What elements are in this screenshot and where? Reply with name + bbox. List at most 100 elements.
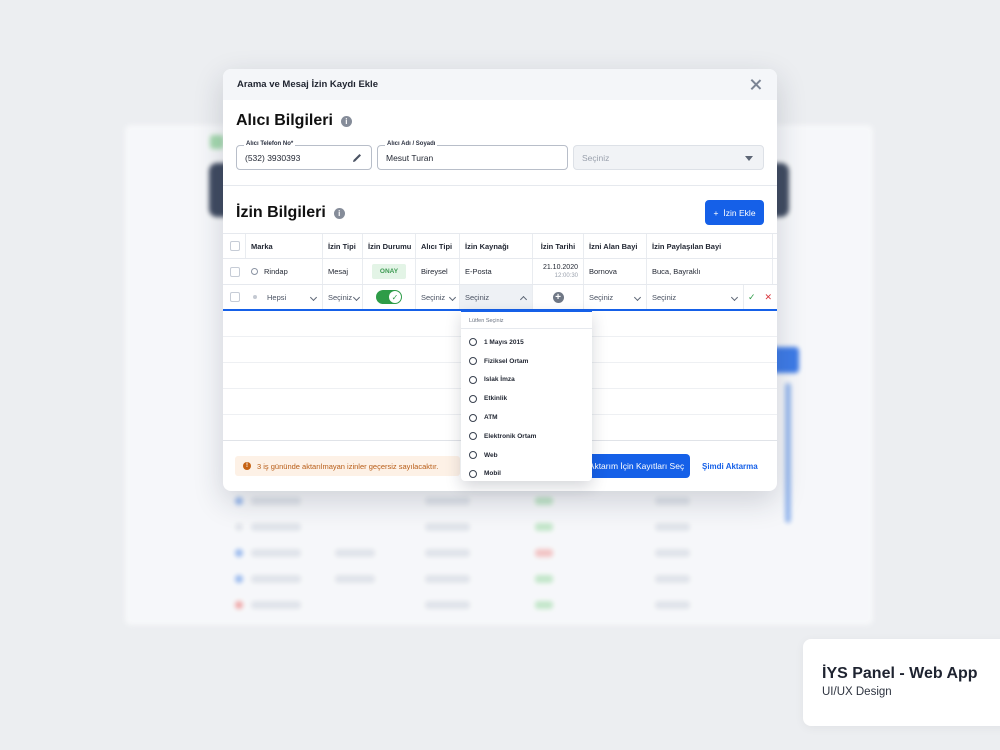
brand-select-value: Hepsi <box>267 292 287 302</box>
add-permission-button[interactable]: + İzin Ekle <box>705 200 764 225</box>
section-divider <box>223 185 777 186</box>
dropdown-option[interactable]: 1 Mayıs 2015 <box>461 333 592 352</box>
option-label: Mobil <box>484 470 501 478</box>
transfer-now-button[interactable]: Şimdi Aktarma <box>702 462 758 471</box>
col-header[interactable]: İzni Alan Bayi <box>584 234 647 258</box>
col-header[interactable]: İzin Durumu <box>363 234 416 258</box>
brand-value: Rindap <box>264 267 288 276</box>
col-header[interactable]: İzin Tipi <box>323 234 363 258</box>
option-label: Fiziksel Ortam <box>484 357 529 365</box>
check-icon: ✓ <box>389 291 401 303</box>
option-label: 1 Mayıs 2015 <box>484 338 524 346</box>
dropdown-option[interactable]: Web <box>461 446 592 465</box>
row-checkbox[interactable] <box>230 292 240 302</box>
edit-row: Hepsi Seçiniz ✓ Seçiniz Seçiniz + Seçini… <box>223 285 777 311</box>
receiving-dealer-select-value: Seçiniz <box>589 292 614 302</box>
dropdown-option[interactable]: ATM <box>461 408 592 427</box>
background-row <box>235 575 755 583</box>
shared-dealer-cell: Buca, Bayraklı <box>647 259 773 284</box>
date-picker-cell: + <box>533 285 584 309</box>
col-header[interactable]: İzin Tarihi <box>533 234 584 258</box>
radio-icon <box>469 413 477 422</box>
chevron-down-icon <box>352 293 361 302</box>
table-row[interactable]: Rindap Mesaj ONAY Bireysel E-Posta 21.10… <box>223 259 777 285</box>
receiving-dealer-select[interactable]: Seçiniz <box>584 285 647 309</box>
info-icon[interactable]: i <box>333 207 345 219</box>
type-select[interactable]: Seçiniz <box>323 285 363 309</box>
radio-icon <box>469 375 477 384</box>
recipient-type-select[interactable]: Seçiniz <box>416 285 460 309</box>
background-scrollbar <box>785 383 791 523</box>
source-dropdown: Lütfen Seçiniz 1 Mayıs 2015 Fiziksel Ort… <box>461 310 592 481</box>
chevron-down-icon <box>730 293 739 302</box>
recipient-select[interactable]: Seçiniz <box>573 145 764 170</box>
warning-text: 3 iş gününde aktarılmayan izinler geçers… <box>257 461 439 471</box>
caption-card: İYS Panel - Web App UI/UX Design <box>803 639 1000 726</box>
radio-icon <box>469 451 477 460</box>
recipient-section-label: Alıcı Bilgileri <box>236 112 333 129</box>
background-row <box>235 497 755 505</box>
select-all-checkbox[interactable] <box>230 241 240 251</box>
dropdown-option[interactable]: Etkinlik <box>461 389 592 408</box>
receiving-dealer-cell: Bornova <box>584 259 647 284</box>
row-actions: ✓ ✕ <box>744 285 777 309</box>
chevron-down-icon <box>448 293 457 302</box>
col-header[interactable]: Alıcı Tipi <box>416 234 460 258</box>
status-cell: ONAY <box>363 259 416 284</box>
name-field[interactable]: Alıcı Adı / Soyadı Mesut Turan <box>377 141 568 170</box>
permission-section-label: İzin Bilgileri <box>236 204 326 221</box>
status-badge: ONAY <box>371 264 407 279</box>
chevron-up-icon <box>519 295 528 304</box>
col-header[interactable]: İzin Paylaşılan Bayi <box>647 234 773 258</box>
dropdown-option[interactable]: Islak İmza <box>461 371 592 390</box>
recipient-select-placeholder: Seçiniz <box>582 153 610 163</box>
plus-icon: + <box>713 207 719 218</box>
date-cell: 21.10.2020 12:00:30 <box>533 259 584 284</box>
select-for-transfer-button[interactable]: Aktarım İçin Kayıtları Seç <box>583 454 690 478</box>
name-label: Alıcı Adı / Soyadı <box>385 141 438 147</box>
brand-select[interactable]: Hepsi <box>246 285 323 309</box>
col-header[interactable]: Marka <box>246 234 323 258</box>
type-cell: Mesaj <box>323 259 363 284</box>
background-badge <box>210 135 224 149</box>
cancel-icon[interactable]: ✕ <box>765 292 773 303</box>
plus-circle-icon[interactable]: + <box>552 291 564 303</box>
recipient-type-cell: Bireysel <box>416 259 460 284</box>
background-row <box>235 523 755 531</box>
info-icon[interactable]: i <box>340 115 352 127</box>
add-permission-label: İzin Ekle <box>723 207 756 218</box>
confirm-icon[interactable]: ✓ <box>748 292 756 303</box>
source-select[interactable]: Seçiniz <box>460 285 533 309</box>
phone-label: Alıcı Telefon No* <box>244 141 296 147</box>
dropdown-option[interactable]: Elektronik Ortam <box>461 427 592 446</box>
row-checkbox[interactable] <box>230 266 240 277</box>
caption-subtitle: UI/UX Design <box>822 686 892 698</box>
shared-dealer-select[interactable]: Seçiniz <box>647 285 744 309</box>
chevron-down-icon <box>633 293 642 302</box>
dropdown-option[interactable]: Fiziksel Ortam <box>461 352 592 371</box>
select-all-cell <box>223 234 246 258</box>
radio-icon <box>469 432 477 441</box>
option-label: Islak İmza <box>484 376 515 384</box>
type-select-value: Seçiniz <box>328 292 353 302</box>
radio-icon <box>469 394 477 403</box>
source-select-value: Seçiniz <box>465 292 490 302</box>
radio-icon <box>469 338 477 347</box>
radio-icon <box>251 268 258 275</box>
close-icon[interactable] <box>749 78 763 92</box>
permission-section-title: İzin Bilgileri i <box>236 204 345 222</box>
background-row <box>235 549 755 557</box>
warning-banner: ! 3 iş gününde aktarılmayan izinler geçe… <box>235 456 460 476</box>
phone-field[interactable]: Alıcı Telefon No* (532) 3930393 <box>236 141 372 170</box>
status-toggle[interactable]: ✓ <box>376 290 402 304</box>
phone-value: (532) 3930393 <box>245 153 301 163</box>
option-label: Elektronik Ortam <box>484 432 537 440</box>
table-header: Marka İzin Tipi İzin Durumu Alıcı Tipi İ… <box>223 233 777 259</box>
warning-icon: ! <box>243 462 251 470</box>
row-checkbox-cell <box>223 285 246 309</box>
option-label: ATM <box>484 414 498 422</box>
pencil-icon[interactable] <box>351 152 363 164</box>
dot-icon <box>253 295 257 299</box>
col-header[interactable]: İzin Kaynağı <box>460 234 533 258</box>
dropdown-option[interactable]: Mobil <box>461 465 592 484</box>
